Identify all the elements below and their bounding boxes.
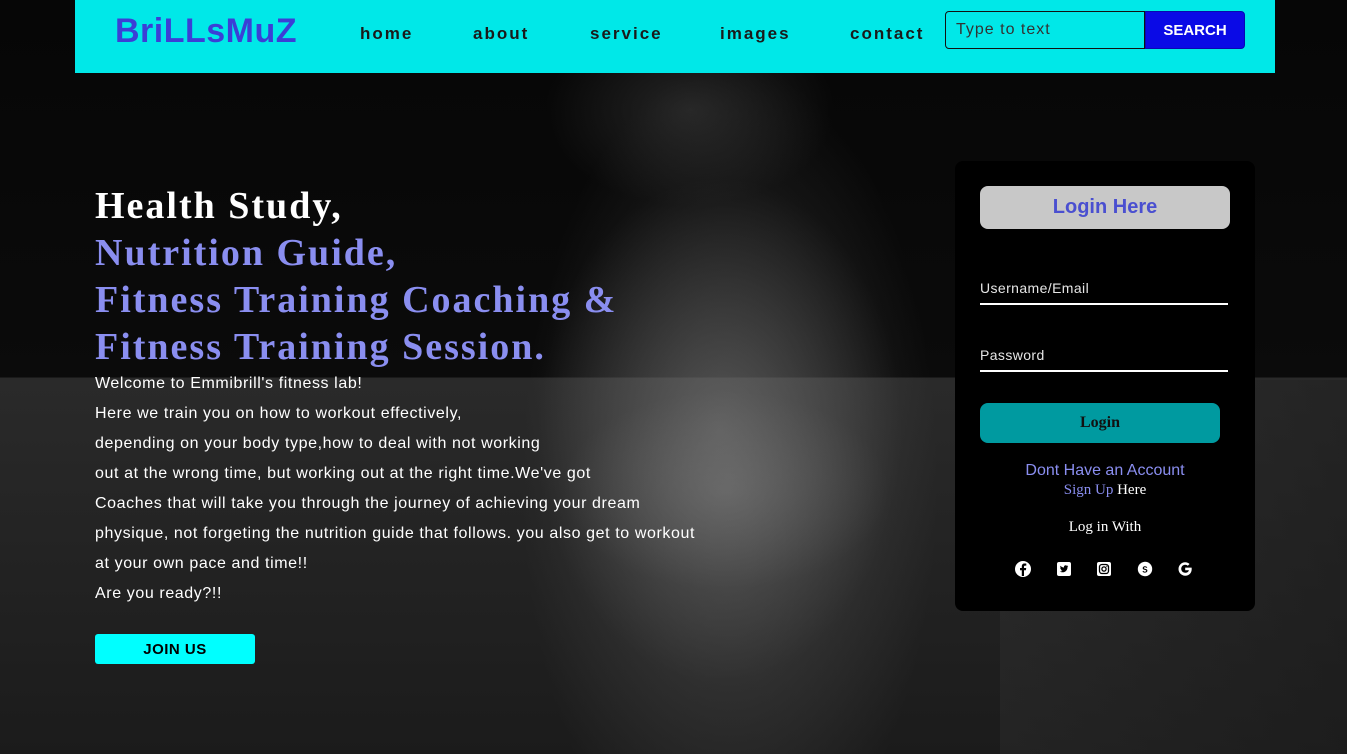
hero-title-line-4: Fitness Training Session. <box>95 326 546 368</box>
hero-text-line: at your own pace and time!! <box>95 555 308 572</box>
nav-link-about[interactable]: about <box>473 24 529 44</box>
hero-description: Welcome to Emmibrill's fitness lab! Here… <box>95 369 775 609</box>
nav-link-contact[interactable]: contact <box>850 24 924 44</box>
hero-text-line: Welcome to Emmibrill's fitness lab! <box>95 375 363 392</box>
hero-title: Health Study, Nutrition Guide, Fitness T… <box>95 183 617 371</box>
hero-text-line: depending on your body type,how to deal … <box>95 435 541 452</box>
signup-link[interactable]: Sign Up <box>1064 482 1114 498</box>
no-account-text: Dont Have an Account <box>1025 462 1185 479</box>
hero-text-line: Are you ready?!! <box>95 585 222 602</box>
hero-title-line-2: Nutrition Guide, <box>95 232 398 274</box>
password-field[interactable] <box>980 340 1228 372</box>
hero-text-line: Here we train you on how to workout effe… <box>95 405 463 422</box>
hero-text-line: Coaches that will take you through the j… <box>95 495 641 512</box>
hero-text-line: physique, not forgeting the nutrition gu… <box>95 525 696 542</box>
signup-line: Sign Up Here <box>955 482 1255 499</box>
username-field[interactable] <box>980 273 1228 305</box>
hero-title-line-3: Fitness Training Coaching & <box>95 279 618 321</box>
login-button[interactable]: Login <box>980 403 1220 443</box>
social-login-row <box>955 560 1255 580</box>
nav-link-service[interactable]: service <box>590 24 663 44</box>
nav-link-images[interactable]: images <box>720 24 791 44</box>
site-logo[interactable]: BriLLsMuZ <box>115 12 297 51</box>
signup-suffix: Here <box>1113 482 1147 498</box>
top-navbar: BriLLsMuZ home about service images cont… <box>75 0 1275 73</box>
search-input[interactable] <box>945 11 1145 49</box>
twitter-icon[interactable] <box>1055 560 1073 578</box>
instagram-icon[interactable] <box>1095 560 1113 578</box>
nav-link-home[interactable]: home <box>360 24 413 44</box>
search-button[interactable]: SEARCH <box>1145 11 1245 49</box>
skype-icon[interactable] <box>1136 560 1154 578</box>
hero-title-line-1: Health Study, <box>95 185 343 227</box>
hero-text-line: out at the wrong time, but working out a… <box>95 465 591 482</box>
login-card: Login Here Login Dont Have an Account Si… <box>955 161 1255 611</box>
google-icon[interactable] <box>1176 560 1194 578</box>
join-us-button[interactable]: JOIN US <box>95 634 255 664</box>
login-with-label: Log in With <box>1068 519 1142 535</box>
login-heading: Login Here <box>980 186 1230 229</box>
facebook-icon[interactable] <box>1014 560 1032 578</box>
